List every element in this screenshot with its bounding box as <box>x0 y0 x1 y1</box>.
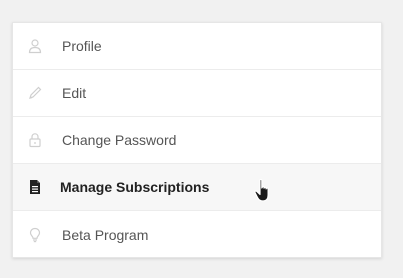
menu-item-manage-subscriptions[interactable]: Manage Subscriptions <box>13 164 381 211</box>
menu-item-label: Edit <box>62 85 87 101</box>
menu-item-change-password[interactable]: Change Password <box>13 117 381 164</box>
menu-item-label: Manage Subscriptions <box>60 179 210 195</box>
menu-item-label: Change Password <box>62 132 177 148</box>
account-menu: Profile Edit Change Password Manage Subs… <box>12 22 382 258</box>
pencil-icon <box>27 85 43 101</box>
user-icon <box>27 38 43 54</box>
menu-item-label: Beta Program <box>62 226 149 243</box>
lightbulb-icon <box>27 227 43 243</box>
lock-icon <box>27 132 43 148</box>
hand-pointer-icon <box>253 178 277 204</box>
menu-item-profile[interactable]: Profile <box>13 23 381 70</box>
document-icon <box>27 179 43 195</box>
menu-item-label: Profile <box>62 38 102 54</box>
menu-item-edit[interactable]: Edit <box>13 70 381 117</box>
menu-item-beta-program[interactable]: Beta Program <box>13 211 381 258</box>
